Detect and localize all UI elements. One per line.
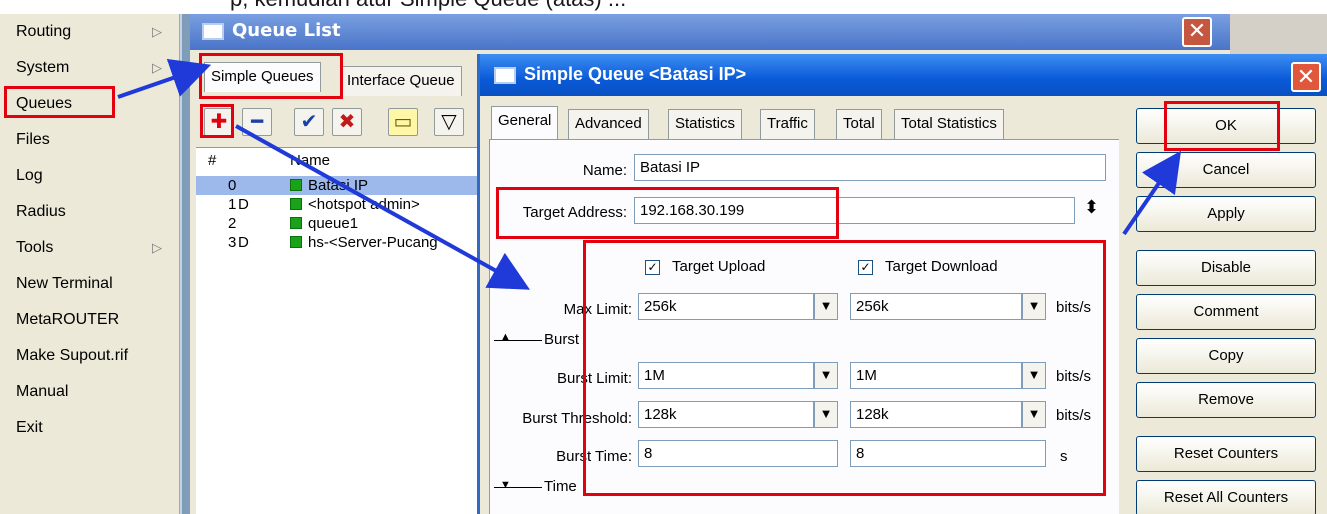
annotation-arrows <box>117 58 1182 290</box>
arrow-to-limits <box>235 124 530 290</box>
arrow-to-ok <box>1122 150 1182 236</box>
arrow-to-simple-queues <box>117 58 212 99</box>
